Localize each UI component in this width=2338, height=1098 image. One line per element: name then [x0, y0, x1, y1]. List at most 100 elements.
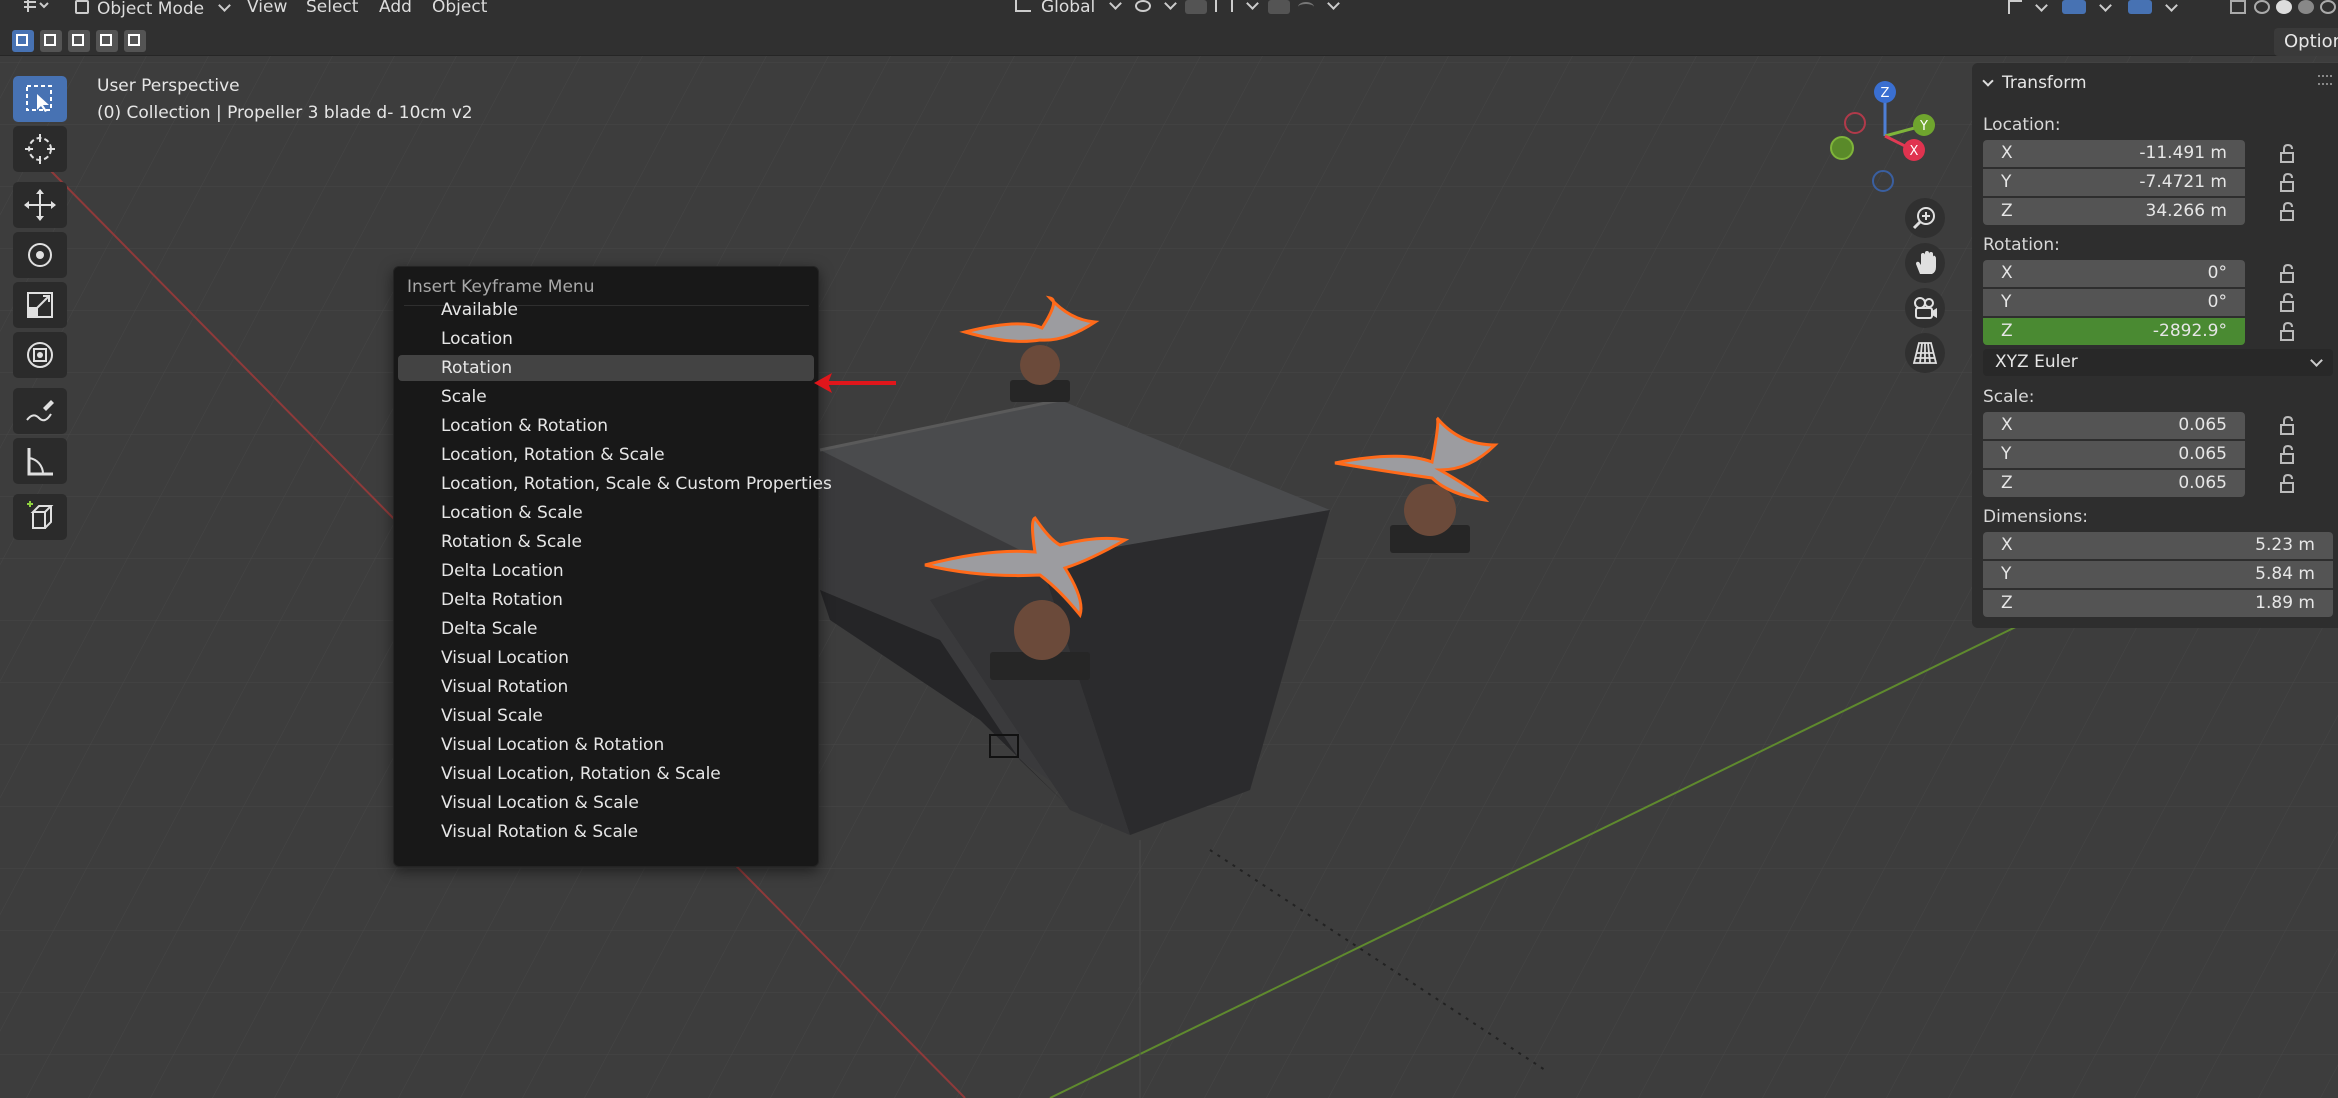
rotation-x-field[interactable]: X 0° — [1983, 260, 2245, 287]
menu-item-visual-location-rotation[interactable]: Visual Location & Rotation — [398, 732, 814, 758]
menu-item-visual-location-scale[interactable]: Visual Location & Scale — [398, 790, 814, 816]
visibility-dropdown[interactable] — [2008, 0, 2046, 22]
menu-item-visual-rotation[interactable]: Visual Rotation — [398, 674, 814, 700]
lock-location-z-icon[interactable] — [2278, 201, 2300, 223]
grid-perspective-icon — [1912, 342, 1938, 364]
rotation-mode-select[interactable]: XYZ Euler — [1983, 349, 2333, 376]
mode-selector[interactable]: Object Mode — [75, 0, 229, 22]
select-box-tool[interactable] — [13, 76, 67, 122]
menu-item-delta-scale[interactable]: Delta Scale — [398, 616, 814, 642]
location-x-field[interactable]: X -11.491 m — [1983, 140, 2245, 167]
menu-add[interactable]: Add — [379, 0, 412, 22]
menu-item-available[interactable]: Available — [398, 297, 814, 323]
falloff-dropdown[interactable] — [1298, 0, 1338, 22]
menu-item-visual-location[interactable]: Visual Location — [398, 645, 814, 671]
panel-grip-icon[interactable] — [2318, 75, 2332, 85]
perspective-toggle-button[interactable] — [1905, 333, 1945, 373]
field-value: 5.23 m — [2255, 535, 2315, 555]
menu-item-visual-rotation-scale[interactable]: Visual Rotation & Scale — [398, 819, 814, 845]
orientation-label: Global — [1041, 0, 1096, 17]
transform-panel-header[interactable]: Transform — [1982, 73, 2087, 93]
rotation-y-field[interactable]: Y 0° — [1983, 289, 2245, 316]
select-extend-icon[interactable] — [40, 30, 62, 52]
select-invert-icon[interactable] — [96, 30, 118, 52]
select-intersect-icon[interactable] — [124, 30, 146, 52]
field-value: 0.065 — [2178, 415, 2227, 435]
menu-item-location-scale[interactable]: Location & Scale — [398, 500, 814, 526]
scale-x-field[interactable]: X 0.065 — [1983, 412, 2245, 439]
lock-rotation-x-icon[interactable] — [2278, 263, 2300, 285]
editor-type-icon[interactable] — [22, 0, 52, 22]
perspective-label: User Perspective — [97, 76, 240, 96]
menu-select[interactable]: Select — [306, 0, 358, 22]
add-cube-tool[interactable] — [13, 494, 67, 540]
menu-item-delta-location[interactable]: Delta Location — [398, 558, 814, 584]
menu-item-delta-rotation[interactable]: Delta Rotation — [398, 587, 814, 613]
navigation-gizmo[interactable]: Z Y X — [1825, 78, 1945, 198]
lock-scale-x-icon[interactable] — [2278, 415, 2300, 437]
menu-item-location-rotation[interactable]: Location & Rotation — [398, 413, 814, 439]
gizmo-icon — [2062, 0, 2086, 14]
rotation-z-field[interactable]: Z -2892.9° — [1983, 318, 2245, 345]
shading-wireframe-icon[interactable] — [2254, 0, 2270, 22]
proportional-editing-icon[interactable] — [1268, 0, 1290, 22]
menu-item-visual-location-rotation-scale[interactable]: Visual Location, Rotation & Scale — [398, 761, 814, 787]
dimensions-y-field[interactable]: Y 5.84 m — [1983, 561, 2333, 588]
axis-label: X — [2001, 535, 2013, 555]
measure-tool[interactable] — [13, 438, 67, 484]
location-z-field[interactable]: Z 34.266 m — [1983, 198, 2245, 225]
lock-rotation-z-icon[interactable] — [2278, 321, 2300, 343]
shading-solid-icon[interactable] — [2276, 0, 2292, 22]
shading-rendered-icon[interactable] — [2320, 0, 2336, 22]
menu-item-location-rotation-scale[interactable]: Location, Rotation & Scale — [398, 442, 814, 468]
menu-item-visual-scale[interactable]: Visual Scale — [398, 703, 814, 729]
menu-item-rotation-scale[interactable]: Rotation & Scale — [398, 529, 814, 555]
menu-item-location-rotation-scale-custom-properties[interactable]: Location, Rotation, Scale & Custom Prope… — [398, 471, 832, 497]
menu-view[interactable]: View — [247, 0, 287, 22]
gizmo-neg-y[interactable] — [1830, 136, 1854, 160]
lock-location-x-icon[interactable] — [2278, 143, 2300, 165]
lock-location-y-icon[interactable] — [2278, 172, 2300, 194]
scale-z-field[interactable]: Z 0.065 — [1983, 470, 2245, 497]
overlays-toggle[interactable] — [2128, 0, 2176, 22]
menu-item-scale[interactable]: Scale — [398, 384, 814, 410]
orientation-icon — [1015, 0, 1031, 12]
field-value: 1.89 m — [2255, 593, 2315, 613]
cursor-icon — [25, 134, 55, 164]
xray-toggle-icon[interactable] — [2230, 0, 2246, 22]
scale-tool[interactable] — [13, 282, 67, 328]
menu-object[interactable]: Object — [432, 0, 487, 22]
scale-y-field[interactable]: Y 0.065 — [1983, 441, 2245, 468]
menu-item-location[interactable]: Location — [398, 326, 814, 352]
shading-material-icon[interactable] — [2298, 0, 2314, 22]
lock-rotation-y-icon[interactable] — [2278, 292, 2300, 314]
camera-view-button[interactable] — [1905, 288, 1945, 328]
snap-increment-icon — [1215, 0, 1233, 12]
snap-target-dropdown[interactable] — [1215, 0, 1257, 22]
gizmo-neg-z[interactable] — [1872, 170, 1894, 192]
lock-scale-y-icon[interactable] — [2278, 444, 2300, 466]
move-tool[interactable] — [13, 182, 67, 228]
transform-tool[interactable] — [13, 332, 67, 378]
pivot-icon — [1135, 0, 1151, 12]
cursor-tool[interactable] — [13, 126, 67, 172]
dimensions-z-field[interactable]: Z 1.89 m — [1983, 590, 2333, 617]
zoom-button[interactable] — [1905, 198, 1945, 238]
gizmo-neg-x[interactable] — [1844, 112, 1866, 134]
menu-item-rotation[interactable]: Rotation — [398, 355, 814, 381]
gizmo-x-label: X — [1910, 144, 1919, 159]
options-button[interactable]: Options — [2274, 28, 2338, 56]
transform-orientation-dropdown[interactable]: Global — [1015, 0, 1120, 22]
lock-scale-z-icon[interactable] — [2278, 473, 2300, 495]
location-y-field[interactable]: Y -7.4721 m — [1983, 169, 2245, 196]
dimensions-x-field[interactable]: X 5.23 m — [1983, 532, 2333, 559]
pan-button[interactable] — [1905, 243, 1945, 283]
gizmo-toggle[interactable] — [2062, 0, 2110, 22]
pivot-point-dropdown[interactable] — [1135, 0, 1175, 22]
annotate-tool[interactable] — [13, 388, 67, 434]
select-new-icon[interactable] — [12, 30, 34, 52]
rotate-tool[interactable] — [13, 232, 67, 278]
chevron-down-icon — [1982, 75, 1994, 87]
select-subtract-icon[interactable] — [68, 30, 90, 52]
snap-toggle-icon[interactable] — [1185, 0, 1207, 22]
